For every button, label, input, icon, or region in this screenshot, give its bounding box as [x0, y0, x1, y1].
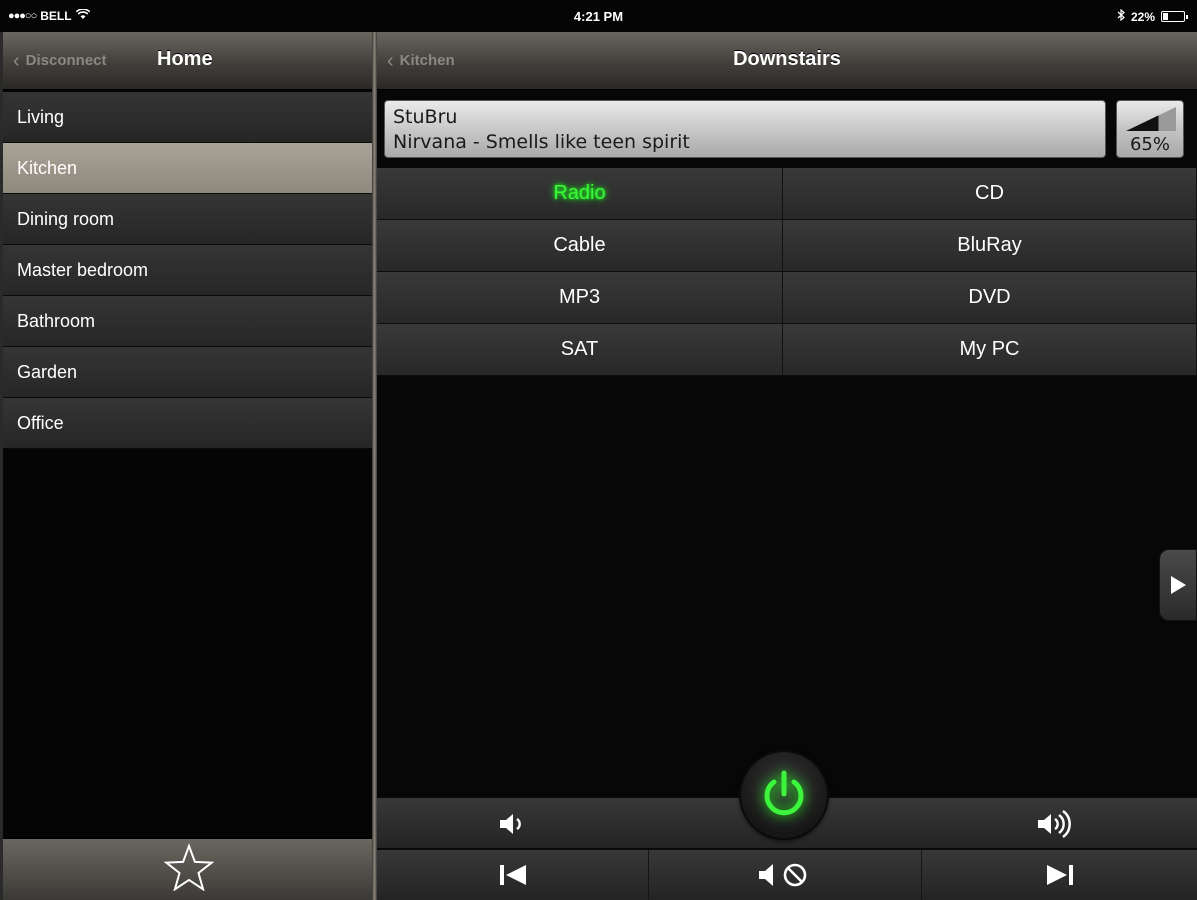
status-time: 4:21 PM [573, 9, 624, 24]
room-item-bathroom[interactable]: Bathroom [3, 296, 374, 347]
track-title: Nirvana - Smells like teen spirit [393, 131, 690, 153]
station-name: StuBru [393, 106, 458, 128]
play-arrow-icon [1171, 576, 1186, 594]
room-list: Living Kitchen Dining room Master bedroom Ba… [3, 92, 374, 449]
volume-indicator[interactable]: 65% [1116, 100, 1184, 158]
power-button[interactable] [741, 752, 827, 838]
skip-back-icon [499, 865, 526, 885]
chevron-left-icon: ‹ [13, 49, 20, 72]
disconnect-button[interactable]: ‹ Disconnect [13, 49, 107, 72]
volume-down-button[interactable] [454, 798, 574, 849]
star-icon[interactable] [162, 843, 215, 896]
source-button-sat[interactable]: SAT [377, 324, 783, 376]
volume-up-icon [1038, 809, 1071, 838]
zone-title: Downstairs [733, 48, 841, 70]
battery-icon [1161, 11, 1188, 22]
now-playing-display: StuBru Nirvana - Smells like teen spirit [384, 100, 1106, 158]
room-item-kitchen[interactable]: Kitchen [3, 143, 374, 194]
left-navbar: ‹ Disconnect Home [3, 32, 374, 90]
skip-forward-icon [1046, 865, 1073, 885]
mute-icon [759, 863, 807, 887]
volume-level-icon [1126, 107, 1176, 131]
source-button-my-pc[interactable]: My PC [783, 324, 1197, 376]
source-button-cd[interactable]: CD [783, 168, 1197, 220]
previous-track-button[interactable] [377, 850, 649, 900]
bluetooth-icon [1117, 8, 1125, 24]
status-bar: ●●●○○ BELL 4:21 PM 22% [0, 0, 1197, 32]
right-navbar: ‹ Kitchen Downstairs [377, 32, 1197, 90]
zone-panel: ‹ Kitchen Downstairs StuBru Nirvana - Sm… [377, 32, 1197, 900]
source-grid: Radio CD Cable BluRay MP3 DVD SAT My PC [377, 168, 1197, 376]
rooms-panel: ‹ Disconnect Home Living Kitchen Dining ro… [0, 32, 374, 900]
page-title: Home [157, 48, 213, 70]
source-button-bluray[interactable]: BluRay [783, 220, 1197, 272]
battery-level [1163, 13, 1168, 20]
power-icon [764, 770, 804, 816]
room-item-master-bedroom[interactable]: Master bedroom [3, 245, 374, 296]
volume-up-button[interactable] [997, 798, 1117, 849]
room-item-garden[interactable]: Garden [3, 347, 374, 398]
expand-panel-button[interactable] [1159, 549, 1197, 621]
room-item-office[interactable]: Office [3, 398, 374, 449]
battery-percent: 22% [1130, 9, 1155, 24]
room-item-dining-room[interactable]: Dining room [3, 194, 374, 245]
playback-row [377, 849, 1197, 900]
next-track-button[interactable] [922, 850, 1197, 900]
source-button-dvd[interactable]: DVD [783, 272, 1197, 324]
source-button-cable[interactable]: Cable [377, 220, 783, 272]
status-right: 22% [1117, 8, 1188, 24]
room-item-living[interactable]: Living [3, 92, 374, 143]
volume-percent: 65% [1129, 134, 1170, 155]
source-button-radio[interactable]: Radio [377, 168, 783, 220]
mute-button[interactable] [649, 850, 922, 900]
favorites-bar [3, 838, 374, 900]
source-button-mp3[interactable]: MP3 [377, 272, 783, 324]
volume-down-icon [500, 813, 521, 834]
disconnect-label: Disconnect [25, 52, 107, 69]
